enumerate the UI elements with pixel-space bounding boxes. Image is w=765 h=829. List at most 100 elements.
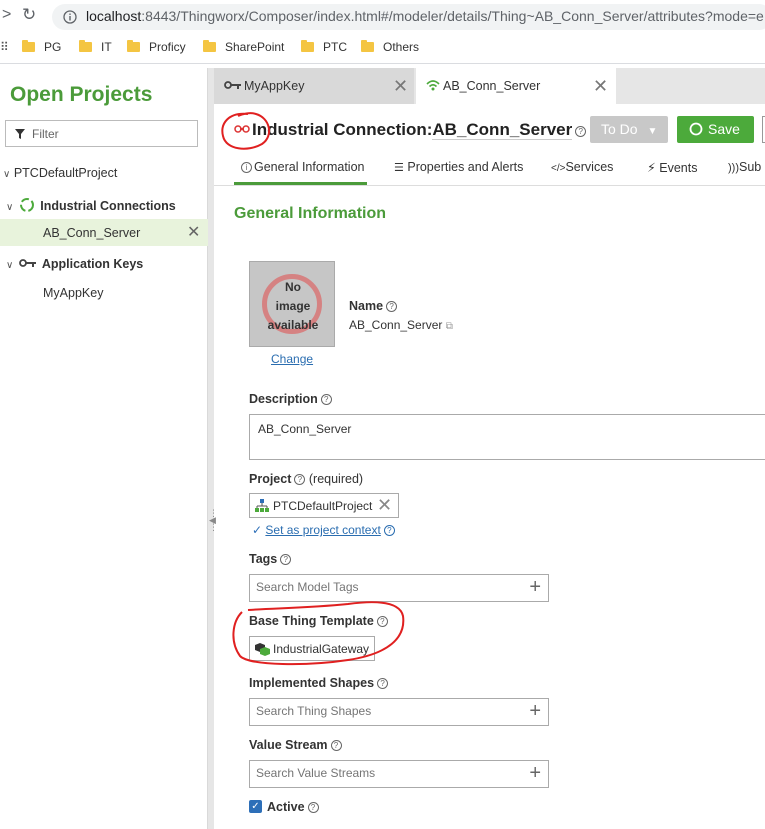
help-icon[interactable]: ?	[377, 678, 389, 689]
tree-item-myappkey[interactable]: MyAppKey	[43, 286, 103, 300]
project-chip[interactable]: PTCDefaultProject ✕	[249, 493, 399, 518]
tab-myappkey[interactable]: MyAppKey	[214, 68, 414, 104]
tab-ab-conn-server[interactable]: AB_Conn_Server	[416, 68, 616, 104]
tree-group2-label: Application Keys	[41, 257, 144, 271]
info-icon: i	[241, 162, 252, 173]
value-stream-label-text: Value Stream	[249, 738, 328, 752]
project-context-text: Set as project context	[265, 523, 381, 537]
folder-icon	[301, 40, 314, 52]
tab-label: Events	[659, 161, 698, 175]
shapes-search-input[interactable]	[256, 704, 516, 718]
tab-label: Services	[565, 160, 614, 174]
active-tab-indicator	[234, 182, 367, 185]
caret-down-icon: ▼	[647, 126, 658, 137]
check-icon: ✓	[252, 523, 263, 537]
annotation-circle-title-icon	[221, 112, 271, 150]
tab-properties-and-alerts[interactable]: ☰ Properties and Alerts	[394, 160, 523, 174]
change-image-link[interactable]: Change	[271, 352, 313, 366]
info-icon[interactable]	[63, 10, 77, 24]
project-value: PTCDefaultProject	[273, 499, 373, 513]
help-icon[interactable]: ?	[307, 802, 319, 813]
close-icon[interactable]: ✕	[187, 222, 200, 242]
bookmark-pg[interactable]: PG	[22, 40, 61, 54]
thing-name: AB_Conn_Server	[432, 120, 573, 140]
reload-icon[interactable]: ↻	[22, 5, 36, 25]
folder-icon	[22, 40, 35, 52]
close-tab-icon[interactable]: ✕	[393, 76, 408, 97]
save-button[interactable]: Save	[677, 116, 754, 143]
help-icon[interactable]: ?	[575, 126, 587, 137]
save-label: Save	[708, 121, 740, 137]
value-stream-search-field[interactable]: +	[249, 760, 549, 788]
bookmark-others[interactable]: Others	[361, 40, 419, 54]
help-icon[interactable]: ?	[383, 525, 395, 536]
apps-grid-icon[interactable]: ⠿	[0, 40, 9, 54]
add-icon[interactable]: +	[529, 700, 541, 723]
add-icon[interactable]: +	[529, 576, 541, 599]
tab-subscriptions[interactable]: )))Sub	[728, 160, 761, 174]
tab-label: MyAppKey	[244, 79, 305, 93]
value-stream-search-input[interactable]	[256, 766, 516, 780]
remove-icon[interactable]: ✕	[377, 495, 392, 516]
help-icon[interactable]: ?	[294, 474, 306, 485]
tags-label-text: Tags	[249, 552, 278, 566]
chevron-down-icon: ∨	[6, 202, 14, 213]
tab-services[interactable]: </>Services	[551, 160, 613, 174]
shapes-search-field[interactable]: +	[249, 698, 549, 726]
description-textarea[interactable]: AB_Conn_Server	[249, 414, 765, 460]
help-icon[interactable]: ?	[320, 394, 332, 405]
bookmark-proficy[interactable]: Proficy	[127, 40, 186, 54]
active-label: Active?	[267, 800, 319, 814]
tab-general-information[interactable]: i General Information	[241, 160, 364, 174]
name-value: AB_Conn_Server ⧉	[349, 318, 453, 332]
bookmark-ptc[interactable]: PTC	[301, 40, 347, 54]
folder-icon	[127, 40, 140, 52]
bookmark-sharepoint[interactable]: SharePoint	[203, 40, 284, 54]
feed-icon: )))	[728, 162, 739, 174]
splitter-handle-icon[interactable]: ⋮ ◀ ⋮	[209, 509, 218, 532]
list-icon: ☰	[394, 162, 404, 174]
add-icon[interactable]: +	[529, 762, 541, 785]
help-icon[interactable]: ?	[386, 301, 398, 312]
bookmark-it[interactable]: IT	[79, 40, 112, 54]
description-label-text: Description	[249, 392, 318, 406]
url-text: localhost:8443/Thingworx/Composer/index.…	[86, 8, 764, 24]
chevron-down-icon: ∨	[3, 169, 11, 180]
chevron-down-icon: ∨	[6, 260, 14, 271]
key-icon	[18, 259, 36, 267]
tab-events[interactable]: ⚡ Events	[647, 160, 697, 175]
name-label: Name?	[349, 299, 398, 313]
folder-icon	[361, 40, 374, 52]
filter-input[interactable]: Filter	[5, 120, 198, 147]
tree-project-label: PTCDefaultProject	[13, 166, 118, 180]
back-arrow-icon[interactable]: >	[2, 6, 11, 24]
tree-project[interactable]: ∨ PTCDefaultProject	[3, 166, 117, 180]
tree-group-industrial-connections[interactable]: ∨ Industrial Connections	[6, 197, 176, 213]
no-image-text: No image available	[267, 280, 319, 332]
active-checkbox[interactable]: ✓	[249, 800, 262, 813]
project-icon	[255, 499, 269, 512]
annotation-circle-base-template	[232, 601, 405, 666]
tab-label: AB_Conn_Server	[443, 79, 541, 93]
help-icon[interactable]: ?	[330, 740, 342, 751]
thing-image[interactable]: No image available	[249, 261, 335, 347]
tags-label: Tags?	[249, 552, 292, 566]
tree-item-ab-conn-server[interactable]: AB_Conn_Server	[43, 226, 140, 240]
tab-label: General Information	[254, 160, 365, 174]
project-label-text: Project	[249, 472, 292, 486]
copy-icon[interactable]: ⧉	[446, 321, 453, 332]
tree-group-application-keys[interactable]: ∨ Application Keys	[6, 257, 143, 271]
tags-search-input[interactable]	[256, 580, 516, 594]
todo-label: To Do	[601, 121, 638, 137]
section-title: General Information	[234, 205, 387, 222]
required-note: (required)	[308, 472, 364, 486]
close-tab-icon[interactable]: ✕	[593, 76, 608, 97]
set-project-context-link[interactable]: ✓ Set as project context?	[252, 523, 395, 537]
folder-icon	[203, 40, 216, 52]
todo-button[interactable]: To Do ▼	[590, 116, 668, 143]
project-label: Project? (required)	[249, 472, 363, 486]
industrial-connection-icon	[19, 198, 34, 212]
open-projects-title: Open Projects	[10, 83, 153, 106]
open-projects-panel	[0, 68, 208, 829]
help-icon[interactable]: ?	[280, 554, 292, 565]
